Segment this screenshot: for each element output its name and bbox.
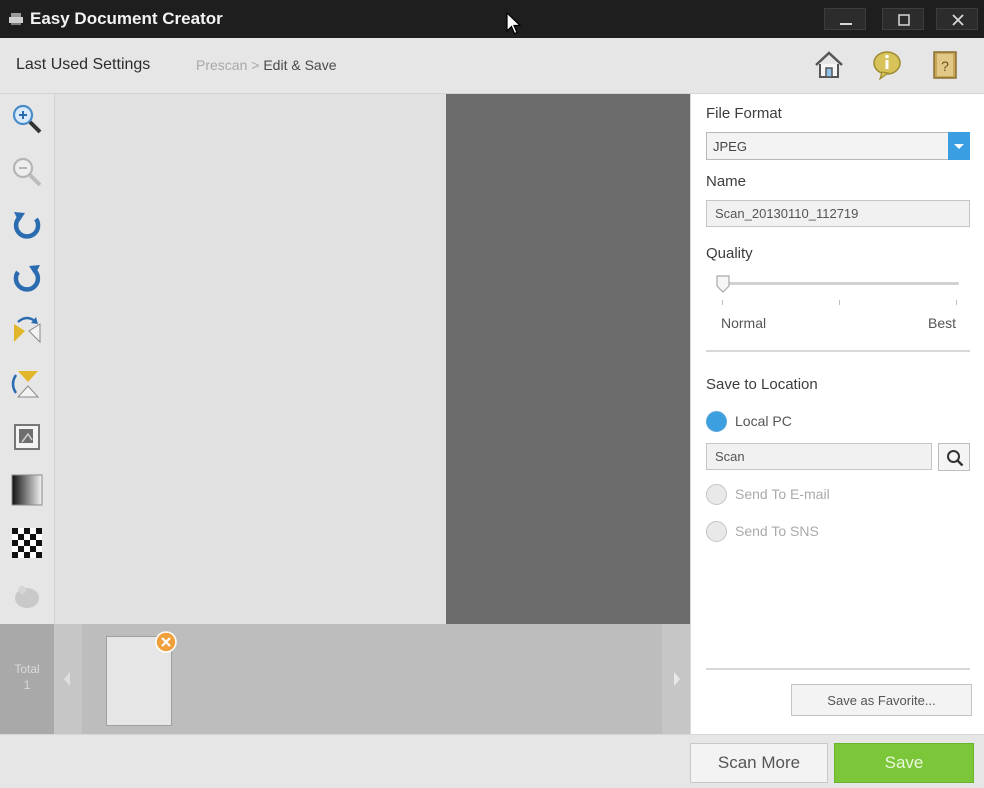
- chevron-left-icon: [64, 672, 70, 686]
- gradient-icon: [11, 474, 43, 506]
- close-icon: [952, 14, 964, 26]
- email-label: Send To E-mail: [735, 486, 830, 502]
- quality-min-label: Normal: [721, 315, 767, 331]
- save-location-label: Save to Location: [706, 376, 818, 393]
- minimize-icon: [840, 23, 852, 25]
- section-divider: [706, 350, 970, 352]
- browse-folder-button[interactable]: [938, 443, 970, 471]
- save-button[interactable]: Save: [834, 743, 974, 783]
- info-icon: [873, 51, 901, 81]
- flip-vertical-icon: [11, 371, 40, 398]
- section-divider: [706, 668, 970, 670]
- close-button[interactable]: [936, 8, 978, 30]
- checkerboard-icon: [12, 528, 42, 558]
- local-pc-radio[interactable]: [706, 411, 727, 432]
- file-format-select[interactable]: JPEG: [706, 132, 970, 160]
- save-as-favorite-button[interactable]: Save as Favorite...: [791, 684, 972, 716]
- home-icon: [815, 51, 843, 78]
- gradient-button[interactable]: [10, 473, 44, 507]
- flip-horizontal-button[interactable]: [10, 314, 44, 348]
- header-bar: Last Used Settings Prescan > Edit & Save: [0, 38, 984, 94]
- breadcrumb-separator: >: [251, 57, 260, 73]
- rotate-right-button[interactable]: [10, 261, 44, 295]
- quality-tick: [956, 300, 957, 305]
- total-label: Total: [14, 662, 40, 676]
- folder-input[interactable]: [707, 444, 931, 469]
- name-label: Name: [706, 173, 747, 190]
- name-field[interactable]: [706, 200, 970, 227]
- rotate-left-icon: [13, 212, 41, 239]
- maximize-button[interactable]: [882, 8, 924, 30]
- chevron-down-icon: [954, 144, 964, 149]
- flip-horizontal-icon: [14, 316, 41, 344]
- scanner-app-icon: [9, 13, 23, 25]
- file-format-value: JPEG: [713, 139, 747, 154]
- search-icon: [947, 450, 964, 467]
- zoom-in-button[interactable]: [10, 102, 44, 136]
- save-options-panel: File Format JPEG Name Quality Normal Bes…: [690, 94, 984, 734]
- crop-icon: [14, 424, 40, 450]
- dropdown-arrow[interactable]: [948, 132, 970, 160]
- breadcrumb-current: Edit & Save: [263, 57, 337, 73]
- info-button[interactable]: [870, 48, 904, 82]
- last-used-settings-link[interactable]: Last Used Settings: [16, 56, 150, 74]
- help-book-icon: ?: [933, 51, 957, 79]
- title-bar[interactable]: Easy Document Creator: [0, 0, 984, 38]
- rotate-left-button[interactable]: [10, 208, 44, 242]
- home-button[interactable]: [812, 48, 846, 82]
- checkerboard-button[interactable]: [10, 526, 44, 560]
- email-radio[interactable]: [706, 484, 727, 505]
- preview-canvas[interactable]: [54, 94, 446, 624]
- zoom-out-icon: [12, 157, 42, 187]
- svg-text:?: ?: [941, 58, 949, 74]
- mask-icon: [15, 586, 39, 608]
- name-input[interactable]: [707, 201, 969, 226]
- crop-button[interactable]: [10, 420, 44, 454]
- quality-max-label: Best: [927, 315, 956, 331]
- preview-canvas-background: [446, 94, 690, 624]
- breadcrumb-prescan[interactable]: Prescan: [196, 57, 247, 73]
- quality-slider-thumb[interactable]: [715, 274, 731, 294]
- local-pc-option[interactable]: Local PC: [706, 410, 826, 434]
- remove-page-icon[interactable]: [155, 631, 177, 653]
- window-title: Easy Document Creator: [30, 9, 223, 28]
- sns-option[interactable]: Send To SNS: [706, 520, 866, 544]
- folder-field[interactable]: [706, 443, 932, 470]
- bottom-bar: Scan More Save: [0, 734, 984, 788]
- rotate-right-icon: [13, 265, 41, 292]
- total-count: 1: [23, 678, 31, 692]
- mouse-pointer-icon: [506, 12, 522, 35]
- maximize-icon: [898, 14, 910, 26]
- help-button[interactable]: ?: [928, 48, 962, 82]
- quality-tick: [722, 300, 723, 305]
- scan-more-button[interactable]: Scan More: [690, 743, 828, 783]
- app-window: Easy Document Creator Last Used Settings…: [0, 0, 984, 788]
- sns-label: Send To SNS: [735, 523, 819, 539]
- minimize-button[interactable]: [824, 8, 866, 30]
- quality-tick: [839, 300, 840, 305]
- thumbnail-next-button[interactable]: [662, 624, 690, 734]
- breadcrumb: Prescan > Edit & Save: [196, 57, 336, 73]
- total-pages-box: Total 1: [0, 624, 54, 734]
- thumbnail-strip: Total 1: [0, 624, 690, 734]
- zoom-in-icon: [12, 104, 42, 134]
- email-option[interactable]: Send To E-mail: [706, 483, 866, 507]
- quality-slider-track[interactable]: [721, 282, 959, 285]
- zoom-out-button[interactable]: [10, 155, 44, 189]
- flip-vertical-button[interactable]: [10, 367, 44, 401]
- thumbnail-prev-button[interactable]: [54, 624, 82, 734]
- sns-radio[interactable]: [706, 521, 727, 542]
- mask-button[interactable]: [10, 579, 44, 613]
- file-format-label: File Format: [706, 105, 782, 122]
- chevron-right-icon: [674, 672, 680, 686]
- quality-label: Quality: [706, 245, 753, 262]
- local-pc-label: Local PC: [735, 413, 792, 429]
- tool-strip: [0, 94, 54, 624]
